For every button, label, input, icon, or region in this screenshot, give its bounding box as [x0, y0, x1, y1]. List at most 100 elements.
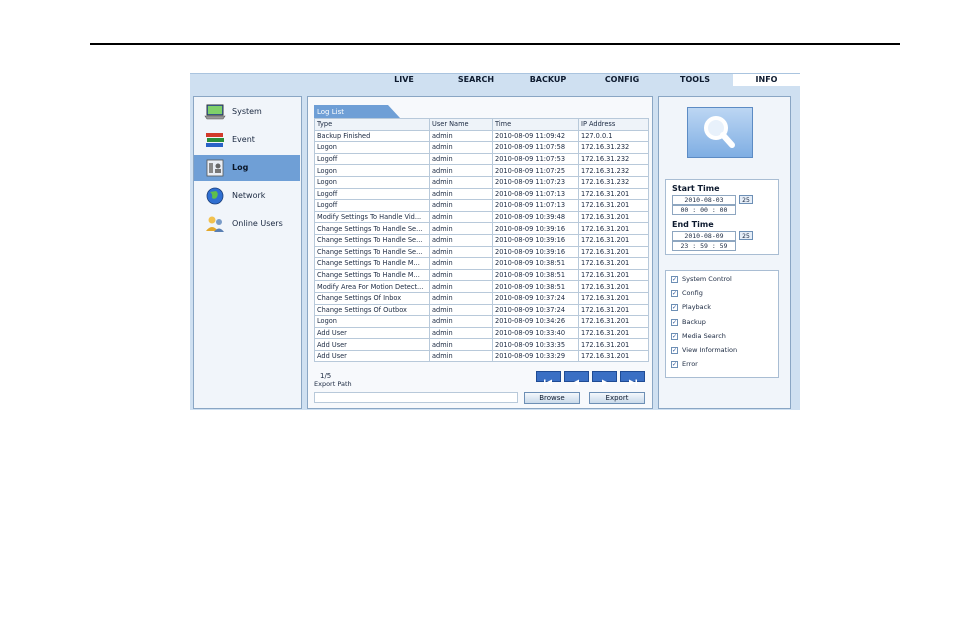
nav-search[interactable]: SEARCH: [452, 74, 500, 86]
table-row[interactable]: Add User admin 2010-08-09 10:33:40 172.16.3…: [314, 326, 649, 340]
column-header-user-name[interactable]: User Name: [429, 118, 493, 131]
column-header-type[interactable]: Type: [314, 118, 430, 131]
filter-checkbox[interactable]: ✓: [671, 304, 678, 312]
table-row[interactable]: Logon admin 2010-08-09 11:07:23 172.16.31.2…: [314, 175, 649, 189]
next-page-button[interactable]: [592, 371, 617, 386]
end-date-calendar-button[interactable]: 25: [739, 231, 753, 240]
cell-user-name: admin: [429, 152, 493, 166]
log-icon: [206, 159, 224, 177]
sidebar-item-event[interactable]: Event: [194, 127, 300, 153]
table-row[interactable]: Backup Finished admin 2010-08-09 11:09:42 1…: [314, 129, 649, 143]
cell-ip-address: 172.16.31.232: [578, 141, 649, 154]
cell-user-name: admin: [429, 129, 493, 143]
cell-user-name: admin: [429, 233, 493, 247]
nav-backup[interactable]: BACKUP: [524, 74, 572, 86]
table-row[interactable]: Change Settings To Handle M... admin 2010-…: [314, 257, 649, 270]
table-row[interactable]: Change Settings To Handle Se... admin 2010…: [314, 222, 649, 235]
nav-live[interactable]: LIVE: [380, 74, 428, 86]
start-date-calendar-button[interactable]: 25: [739, 195, 753, 204]
table-row[interactable]: Logoff admin 2010-08-09 11:07:13 172.16.31.…: [314, 199, 649, 212]
table-row[interactable]: Logon admin 2010-08-09 10:34:26 172.16.31.2…: [314, 315, 649, 328]
cell-time: 2010-08-09 10:39:16: [492, 233, 579, 247]
table-row[interactable]: Modify Area For Motion Detect... admin 201…: [314, 280, 649, 293]
cell-user-name: admin: [429, 245, 493, 259]
table-row[interactable]: Change Settings Of Inbox admin 2010-08-09 …: [314, 291, 649, 305]
table-row[interactable]: Modify Settings To Handle Vid... admin 201…: [314, 210, 649, 224]
log-panel: Log List Type User Name Time IP Address …: [307, 96, 653, 409]
users-icon: [206, 216, 224, 232]
cell-user-name: admin: [429, 291, 493, 305]
dvr-app-window: LIVE SEARCH BACKUP CONFIG TOOLS INFO Sys…: [190, 73, 800, 410]
cell-user-name: admin: [429, 338, 493, 351]
cell-ip-address: 172.16.31.201: [578, 291, 649, 305]
nav-config[interactable]: CONFIG: [598, 74, 646, 86]
sidebar-item-log[interactable]: Log: [194, 155, 300, 181]
filter-checkbox[interactable]: ✓: [671, 318, 678, 326]
cell-type: Change Settings To Handle Se...: [314, 222, 430, 235]
table-row[interactable]: Logon admin 2010-08-09 11:07:58 172.16.31.2…: [314, 141, 649, 154]
previous-page-button[interactable]: [564, 371, 589, 386]
table-row[interactable]: Change Settings To Handle Se... admin 2010…: [314, 233, 649, 247]
cell-ip-address: 172.16.31.201: [578, 268, 649, 282]
table-row[interactable]: Change Settings To Handle M... admin 2010-…: [314, 268, 649, 282]
top-nav: LIVE SEARCH BACKUP CONFIG TOOLS INFO: [190, 74, 800, 86]
table-row[interactable]: Logon admin 2010-08-09 11:07:25 172.16.31.2…: [314, 164, 649, 177]
filter-checkbox[interactable]: ✓: [671, 290, 678, 298]
nav-info[interactable]: INFO: [733, 74, 800, 86]
column-header-ip-address[interactable]: IP Address: [578, 118, 649, 131]
cell-user-name: admin: [429, 210, 493, 224]
column-header-time[interactable]: Time: [492, 118, 579, 131]
first-page-icon: [544, 379, 552, 386]
sidebar-item-system[interactable]: System: [194, 99, 300, 125]
sidebar-item-label: Network: [232, 191, 266, 200]
cell-time: 2010-08-09 11:07:13: [492, 199, 579, 212]
start-date-field[interactable]: 2010-08-03: [672, 195, 736, 205]
start-time-field[interactable]: 00 : 00 : 00: [672, 205, 736, 215]
filter-label: Backup: [682, 317, 706, 326]
filter-checkbox[interactable]: ✓: [671, 276, 678, 283]
cell-ip-address: 127.0.0.1: [578, 129, 649, 143]
cell-time: 2010-08-09 10:39:48: [492, 210, 579, 224]
table-row[interactable]: Logoff admin 2010-08-09 11:07:13 172.16.31.…: [314, 187, 649, 201]
cell-type: Add User: [314, 326, 430, 340]
sidebar-item-online-users[interactable]: Online Users: [194, 211, 300, 237]
log-list-tab-label: Log List: [317, 108, 344, 116]
cell-type: Logoff: [314, 152, 430, 166]
export-button[interactable]: Export: [589, 392, 645, 404]
table-row[interactable]: Logoff admin 2010-08-09 11:07:53 172.16.31.…: [314, 152, 649, 166]
last-page-button[interactable]: [620, 371, 645, 386]
cell-time: 2010-08-09 10:38:51: [492, 257, 579, 270]
filter-checkbox[interactable]: ✓: [671, 332, 678, 340]
cell-user-name: admin: [429, 280, 493, 293]
page-indicator: 1/5: [320, 372, 332, 380]
cell-time: 2010-08-09 11:07:23: [492, 175, 579, 189]
cell-ip-address: 172.16.31.201: [578, 222, 649, 235]
nav-tools[interactable]: TOOLS: [671, 74, 719, 86]
table-row[interactable]: Add User admin 2010-08-09 10:33:35 172.16.3…: [314, 338, 649, 351]
cell-type: Change Settings To Handle M...: [314, 257, 430, 270]
table-row[interactable]: Change Settings To Handle Se... admin 2010…: [314, 245, 649, 259]
cell-ip-address: 172.16.31.201: [578, 349, 649, 363]
export-path-input[interactable]: [314, 392, 518, 403]
next-page-icon: [602, 379, 608, 386]
cell-user-name: admin: [429, 326, 493, 340]
browse-button[interactable]: Browse: [524, 392, 580, 404]
end-date-field[interactable]: 2010-08-09: [672, 231, 736, 241]
cell-ip-address: 172.16.31.201: [578, 303, 649, 317]
sidebar-item-label: System: [232, 107, 262, 116]
first-page-button[interactable]: [536, 371, 561, 386]
sidebar-item-network[interactable]: Network: [194, 183, 300, 209]
sidebar-item-label: Event: [232, 135, 255, 144]
laptop-icon: [204, 104, 226, 120]
search-button[interactable]: [687, 107, 753, 158]
cell-time: 2010-08-09 11:07:25: [492, 164, 579, 177]
cell-type: Change Settings Of Outbox: [314, 303, 430, 317]
end-time-label: End Time: [672, 220, 714, 229]
end-time-field[interactable]: 23 : 59 : 59: [672, 241, 736, 251]
sidebar: System Event Log Network Online Users: [193, 96, 302, 409]
filter-checkbox[interactable]: ✓: [671, 347, 678, 354]
table-row[interactable]: Change Settings Of Outbox admin 2010-08-09…: [314, 303, 649, 317]
cell-user-name: admin: [429, 315, 493, 328]
table-row[interactable]: Add User admin 2010-08-09 10:33:29 172.16.3…: [314, 349, 649, 363]
filter-checkbox[interactable]: ✓: [671, 361, 678, 369]
